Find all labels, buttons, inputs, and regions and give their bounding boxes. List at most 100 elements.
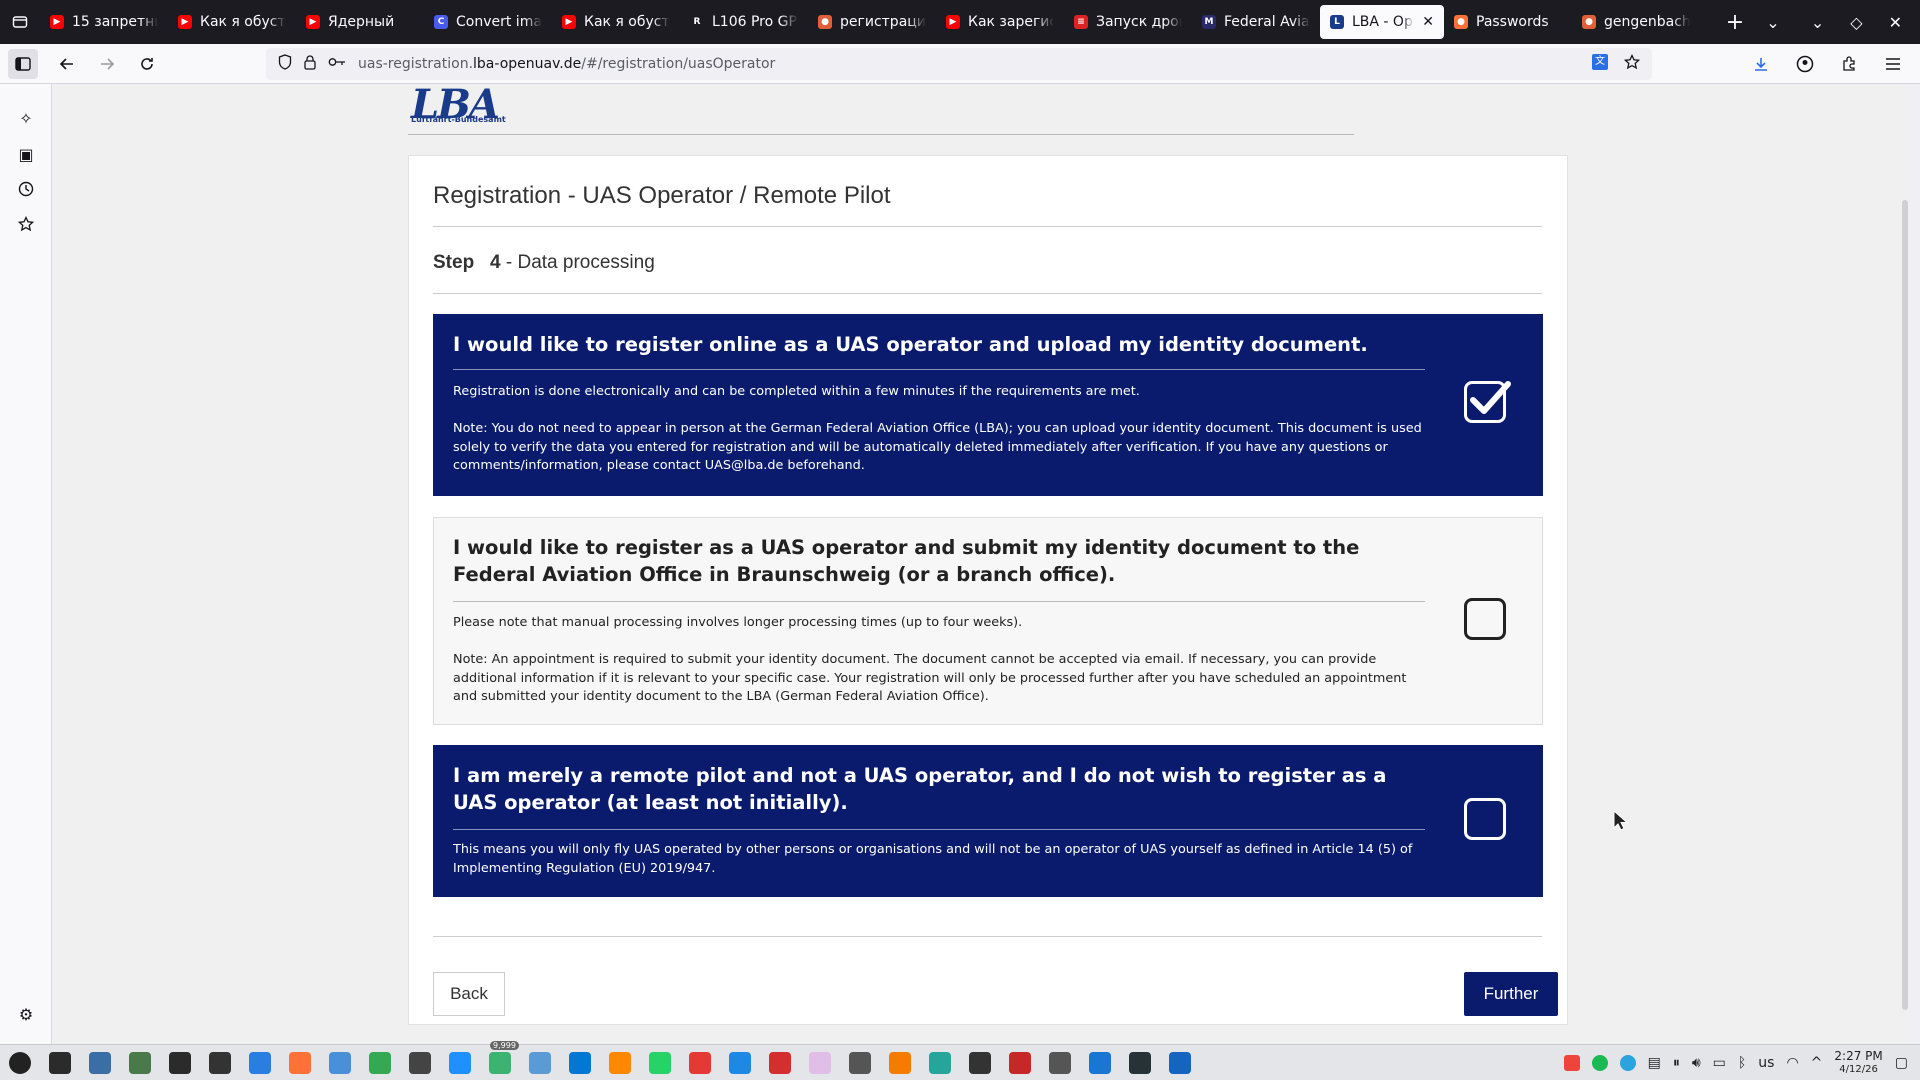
tab[interactable]: ≡ Запуск дрона <box>1064 5 1192 39</box>
extensions-icon[interactable] <box>1834 49 1864 79</box>
tab[interactable]: ▶ Ядерный <box>296 5 424 39</box>
sidebar-settings-gear-icon[interactable]: ⚙ <box>16 1004 36 1024</box>
taskbar-app-icon[interactable] <box>764 1049 796 1077</box>
taskbar-app-icon[interactable] <box>684 1049 716 1077</box>
taskbar-app-icon[interactable] <box>884 1049 916 1077</box>
telegram-tray-icon[interactable] <box>1619 1054 1636 1071</box>
tab[interactable]: C Convert imag <box>424 5 552 39</box>
tab-overflow-chevron-icon[interactable]: ⌄ <box>1758 13 1788 32</box>
taskbar-app-icon[interactable] <box>404 1049 436 1077</box>
list-all-tabs-icon[interactable] <box>0 0 40 44</box>
taskbar-app-icon[interactable] <box>964 1049 996 1077</box>
tab[interactable]: ▶ Как зарегист <box>936 5 1064 39</box>
sidebar-toggle-icon[interactable] <box>8 48 38 79</box>
taskbar-app-icon[interactable] <box>564 1049 596 1077</box>
shield-icon[interactable] <box>278 54 292 74</box>
keyboard-layout[interactable]: us <box>1758 1055 1774 1071</box>
taskbar-app-icon[interactable] <box>204 1049 236 1077</box>
taskbar-app-icon[interactable] <box>124 1049 156 1077</box>
reload-icon[interactable] <box>132 49 162 79</box>
option-checkbox-unchecked[interactable] <box>1464 598 1506 640</box>
sync-tray-icon[interactable] <box>1591 1054 1608 1071</box>
option-checkbox-checked[interactable] <box>1464 381 1511 423</box>
taskbar-app-icon[interactable] <box>1164 1049 1196 1077</box>
tab[interactable]: ● регистрация <box>808 5 936 39</box>
taskbar-app-icon[interactable] <box>644 1049 676 1077</box>
clock-date: 4/12/26 <box>1839 1063 1878 1075</box>
back-button[interactable]: Back <box>433 972 505 1016</box>
taskbar-app-icon[interactable] <box>1124 1049 1156 1077</box>
option-checkbox-unchecked[interactable] <box>1464 798 1506 840</box>
taskbar-app-icon[interactable] <box>804 1049 836 1077</box>
key-icon[interactable] <box>328 56 346 72</box>
url-text[interactable]: uas-registration.lba-openuav.de/#/regist… <box>358 56 775 72</box>
site-header: LBA Luftfahrt-Bundesamt <box>408 85 1354 135</box>
clock[interactable]: 2:27 PM 4/12/26 <box>1834 1049 1882 1076</box>
minimize-icon[interactable]: ⌄ <box>1811 13 1824 32</box>
tab[interactable]: ▶ Как я обустр <box>168 5 296 39</box>
tab[interactable]: ▶ Как я обустр <box>552 5 680 39</box>
page-scrollbar[interactable] <box>1902 200 1908 1010</box>
lock-icon[interactable] <box>304 54 316 74</box>
restore-icon[interactable]: ◇ <box>1850 13 1862 32</box>
taskbar-app-icon[interactable] <box>364 1049 396 1077</box>
taskbar-app-icon[interactable] <box>844 1049 876 1077</box>
option-in-person-submit[interactable]: I would like to register as a UAS operat… <box>433 517 1543 725</box>
synced-tabs-icon[interactable]: ▣ <box>16 144 36 164</box>
taskbar-app-icon[interactable] <box>84 1049 116 1077</box>
downloads-icon[interactable] <box>1746 49 1776 79</box>
history-icon[interactable] <box>16 179 36 199</box>
translate-icon[interactable]: 文 <box>1592 54 1608 70</box>
taskbar-app-icon[interactable] <box>484 1049 516 1077</box>
pause-icon[interactable]: ⏸ <box>1673 1055 1680 1071</box>
tray-expand-chevron-icon[interactable]: ^ <box>1811 1055 1823 1071</box>
taskbar-app-icon[interactable] <box>164 1049 196 1077</box>
account-icon[interactable] <box>1790 49 1820 79</box>
tab-label: Запуск дрона <box>1096 14 1182 30</box>
taskbar-app-icon[interactable] <box>244 1049 276 1077</box>
taskbar-app-icon[interactable] <box>1044 1049 1076 1077</box>
taskbar-app-icon[interactable] <box>524 1049 556 1077</box>
checkmark-icon <box>1470 381 1511 414</box>
wifi-icon[interactable]: ◠ <box>1786 1055 1798 1071</box>
taskbar-app-icon[interactable] <box>1084 1049 1116 1077</box>
taskbar-app-icon[interactable] <box>1004 1049 1036 1077</box>
option-online-upload[interactable]: I would like to register online as a UAS… <box>433 314 1543 496</box>
tab-close-icon[interactable]: ✕ <box>1422 14 1434 30</box>
tab[interactable]: ● Passwords <box>1444 5 1572 39</box>
battery-icon[interactable]: ▭ <box>1713 1055 1726 1071</box>
tab-label: Passwords <box>1476 14 1549 30</box>
taskbar-app-icon[interactable] <box>924 1049 956 1077</box>
taskbar-app-icon[interactable] <box>604 1049 636 1077</box>
start-menu-icon[interactable] <box>4 1049 36 1077</box>
bookmark-star-icon[interactable] <box>1623 53 1641 74</box>
bluetooth-icon[interactable]: ᛒ <box>1738 1055 1746 1071</box>
menu-hamburger-icon[interactable] <box>1878 49 1908 79</box>
taskbar-app-icon[interactable] <box>324 1049 356 1077</box>
forward-arrow-icon[interactable] <box>92 49 122 79</box>
taskbar-app-icon[interactable] <box>444 1049 476 1077</box>
taskbar-app-icon[interactable] <box>724 1049 756 1077</box>
bookmarks-star-icon[interactable] <box>16 214 36 234</box>
option-divider <box>453 369 1425 370</box>
address-bar[interactable]: uas-registration.lba-openuav.de/#/regist… <box>266 48 1652 80</box>
taskbar-app-icon[interactable] <box>44 1049 76 1077</box>
tab[interactable]: R L106 Pro GPS <box>680 5 808 39</box>
tab-strip: ▶ 15 запретны ▶ Как я обустр ▶ Ядерный C Conver… <box>0 0 1920 44</box>
tab[interactable]: M Federal Aviati <box>1192 5 1320 39</box>
new-tab-button[interactable]: + <box>1720 10 1750 35</box>
step-divider <box>433 293 1542 294</box>
tab-active[interactable]: L LBA - Oper ✕ <box>1320 5 1444 39</box>
clipboard-icon[interactable]: ▤ <box>1648 1055 1661 1071</box>
anydesk-tray-icon[interactable] <box>1563 1054 1580 1071</box>
back-arrow-icon[interactable] <box>52 49 82 79</box>
ai-chatbot-icon[interactable]: ✧ <box>16 108 36 128</box>
tab[interactable]: ● gengenbach <box>1572 5 1700 39</box>
volume-icon[interactable]: 🔊︎ <box>1692 1055 1701 1071</box>
tab[interactable]: ▶ 15 запретны <box>40 5 168 39</box>
close-window-icon[interactable]: ✕ <box>1889 13 1902 32</box>
show-desktop-icon[interactable]: ▢ <box>1895 1055 1908 1071</box>
option-remote-pilot-only[interactable]: I am merely a remote pilot and not a UAS… <box>433 745 1543 897</box>
further-button[interactable]: Further <box>1464 972 1558 1016</box>
taskbar-app-icon[interactable] <box>284 1049 316 1077</box>
